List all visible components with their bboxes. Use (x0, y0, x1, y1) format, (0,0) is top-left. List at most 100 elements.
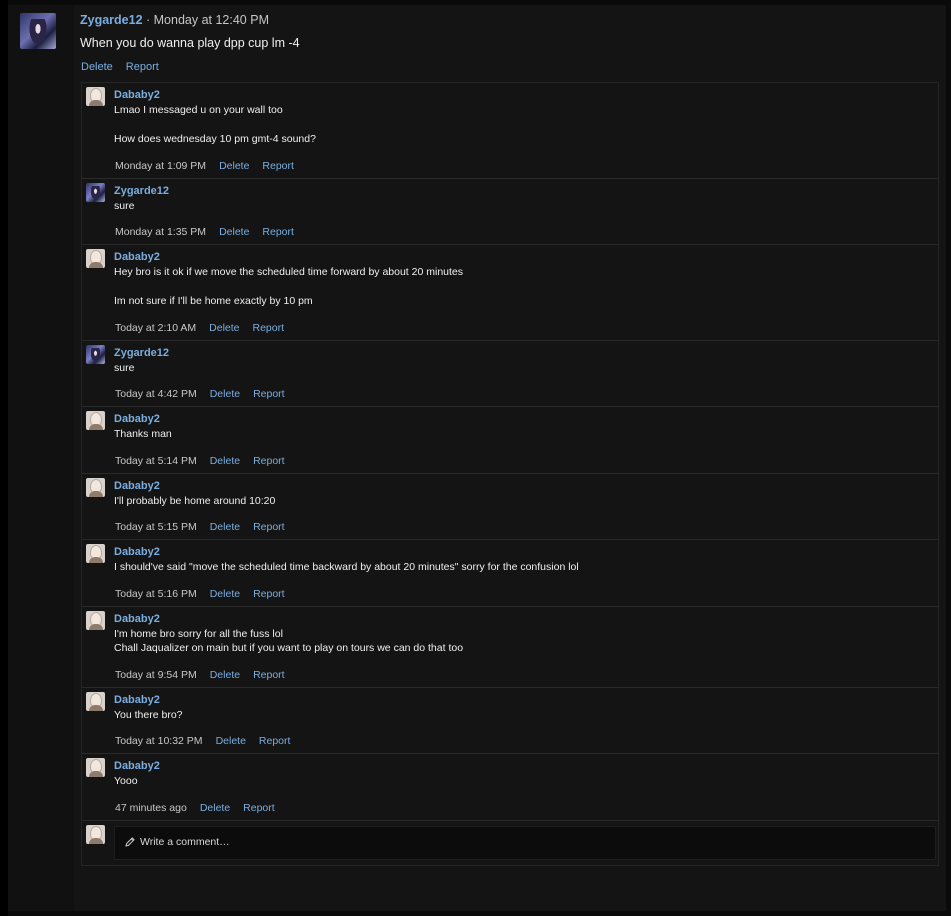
comment-timestamp: Today at 5:16 PM (115, 587, 197, 600)
post-delete-link[interactable]: Delete (81, 61, 113, 73)
comment-timestamp: Monday at 1:09 PM (115, 159, 207, 172)
comment-text-line: Chall Jaqualizer on main but if you want… (114, 642, 464, 654)
comment-list: Dababy2 Lmao I messaged u on your wall to… (81, 82, 939, 866)
comment-item: Dababy2 Hey bro is it ok if we move the s… (82, 245, 938, 341)
comment-timestamp: Today at 5:15 PM (115, 521, 197, 533)
comment-author[interactable]: Dababy2 (114, 760, 160, 772)
comment-avatar[interactable] (86, 610, 105, 630)
comment-report-link[interactable]: Report (253, 521, 285, 533)
comment-item: Dababy2 I should've said "move the schedu… (82, 540, 938, 607)
comment-timestamp: Today at 2:10 AM (115, 321, 197, 334)
post-author-name[interactable]: Zygarde12 (80, 13, 143, 27)
comment-report-link[interactable]: Report (243, 802, 275, 814)
comment-avatar[interactable] (86, 544, 105, 563)
comment-author[interactable]: Dababy2 (114, 89, 160, 101)
comment-item: Dababy2 Yooo 47 minutes ago Delete Report (82, 754, 938, 821)
comment-delete-link[interactable]: Delete (210, 455, 240, 467)
comment-item: Dababy2 I'll probably be home around 10:2… (82, 473, 938, 540)
comment-text-line: I'm home bro sorry for all the fuss lol (114, 627, 283, 640)
comment-footer: Today at 4:42 PM Delete Report (115, 388, 298, 400)
comment-footer: Today at 2:10 AM Delete Report (115, 322, 297, 334)
comment-delete-link[interactable]: Delete (210, 521, 240, 533)
comment-delete-link[interactable]: Delete (209, 322, 239, 334)
comment-item: Zygarde12 sure Today at 4:42 PM Delete Repor… (82, 340, 938, 407)
comment-item: Dababy2 I'm home bro sorry for all the fu… (82, 606, 938, 688)
comment-author[interactable]: Dababy2 (114, 251, 160, 263)
comment-footer: Today at 10:32 PM Delete Report (115, 735, 303, 747)
comment-author[interactable]: Zygarde12 (114, 347, 169, 359)
comment-timestamp: Today at 9:54 PM (115, 668, 197, 681)
comment-composer-row: Write a comment… (82, 820, 938, 865)
comment-footer: Today at 5:15 PM Delete Report (115, 521, 298, 533)
comment-author[interactable]: Zygarde12 (114, 185, 169, 197)
post-timestamp: · Monday at 12:40 PM (142, 13, 269, 27)
comment-footer: Today at 5:14 PM Delete Report (115, 455, 298, 467)
comment-timestamp: Today at 4:42 PM (115, 388, 197, 400)
comment-timestamp: Today at 5:14 PM (115, 454, 197, 467)
comment-text-line: I should've said "move the scheduled tim… (114, 561, 579, 573)
comment-avatar[interactable] (86, 249, 105, 268)
comment-footer: Today at 5:16 PM Delete Report (115, 588, 298, 600)
comment-author[interactable]: Dababy2 (114, 546, 160, 558)
comment-timestamp: Today at 10:32 PM (115, 735, 203, 747)
comment-text-line: Thanks man (114, 428, 172, 440)
pencil-icon (125, 836, 135, 847)
comment-text-line: You there bro? (114, 708, 183, 721)
comment-report-link[interactable]: Report (253, 388, 285, 400)
comment-delete-link[interactable]: Delete (210, 588, 240, 600)
comment-author[interactable]: Dababy2 (114, 413, 160, 425)
comment-text-line: I'll probably be home around 10:20 (114, 494, 276, 507)
comment-avatar[interactable] (86, 477, 105, 497)
comment-footer: 47 minutes ago Delete Report (115, 802, 288, 814)
comment-report-link[interactable]: Report (253, 669, 285, 681)
comment-author[interactable]: Dababy2 (114, 694, 160, 706)
comment-text-line: Yooo (114, 775, 138, 787)
post-report-link[interactable]: Report (126, 61, 159, 73)
comment-text-line: Hey bro is it ok if we move the schedule… (114, 266, 464, 278)
comment-avatar[interactable] (86, 87, 105, 106)
comment-input[interactable]: Write a comment… (114, 825, 936, 860)
left-gutter (0, 0, 8, 916)
comment-text-line: sure (114, 199, 135, 212)
comment-avatar[interactable] (86, 411, 105, 430)
post-body: When you do wanna play dpp cup lm -4 (80, 36, 300, 50)
comment-author[interactable]: Dababy2 (114, 613, 160, 625)
comment-avatar[interactable] (86, 691, 105, 711)
comment-item: Dababy2 Thanks man Today at 5:14 PM Delete R… (82, 407, 938, 474)
comment-delete-link[interactable]: Delete (210, 388, 240, 400)
post-author-avatar[interactable] (20, 13, 56, 49)
composer-avatar (86, 824, 105, 844)
comment-item: Dababy2 Lmao I messaged u on your wall to… (82, 83, 938, 179)
comment-text-line: How does wednesday 10 pm gmt-4 sound? (114, 133, 316, 145)
comment-author[interactable]: Dababy2 (114, 480, 160, 492)
post-avatar-column (8, 5, 74, 911)
comment-avatar[interactable] (86, 758, 105, 777)
comment-text-line: sure (114, 361, 135, 374)
page: Zygarde12 · Monday at 12:40 PM When you … (0, 0, 951, 916)
comment-avatar[interactable] (86, 344, 105, 364)
comment-report-link[interactable]: Report (253, 588, 285, 600)
comment-item: Zygarde12 sure Monday at 1:35 PM Delete Repo… (82, 178, 938, 245)
comment-text-line: Lmao I messaged u on your wall too (114, 104, 283, 116)
comment-footer: Monday at 1:35 PM Delete Report (115, 226, 307, 238)
post-main: Zygarde12 · Monday at 12:40 PM When you … (74, 5, 946, 911)
comment-report-link[interactable]: Report (253, 455, 285, 467)
comment-report-link[interactable]: Report (259, 735, 291, 747)
comment-delete-link[interactable]: Delete (216, 735, 246, 747)
comment-footer: Today at 9:54 PM Delete Report (115, 669, 298, 681)
comment-timestamp: Monday at 1:35 PM (115, 226, 207, 238)
comment-delete-link[interactable]: Delete (219, 160, 249, 172)
comment-delete-link[interactable]: Delete (210, 669, 240, 681)
comment-item: Dababy2 You there bro? Today at 10:32 PM De… (82, 687, 938, 754)
comment-report-link[interactable]: Report (262, 226, 294, 238)
comment-delete-link[interactable]: Delete (219, 226, 249, 238)
comment-timestamp: 47 minutes ago (115, 801, 187, 814)
post-header: Zygarde12 · Monday at 12:40 PM (80, 13, 269, 27)
comment-avatar[interactable] (86, 182, 105, 202)
comment-delete-link[interactable]: Delete (200, 802, 230, 814)
comment-report-link[interactable]: Report (262, 160, 294, 172)
comment-footer: Monday at 1:09 PM Delete Report (115, 160, 307, 172)
post-actions: Delete Report (81, 61, 172, 73)
profile-post: Zygarde12 · Monday at 12:40 PM When you … (8, 5, 946, 911)
comment-report-link[interactable]: Report (253, 322, 285, 334)
